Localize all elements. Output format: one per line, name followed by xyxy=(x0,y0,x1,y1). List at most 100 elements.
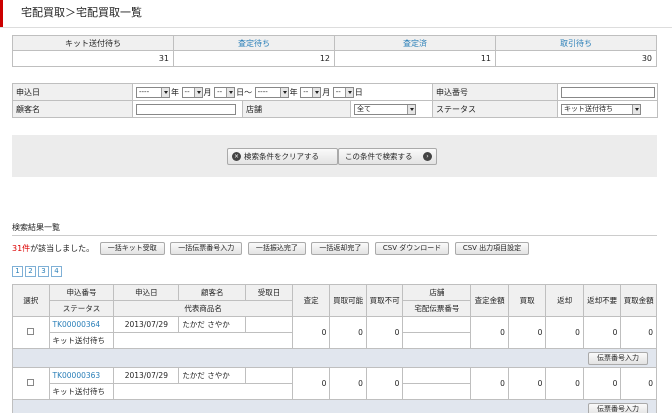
apply-no-label: 申込番号 xyxy=(432,83,559,101)
main-product-cell xyxy=(113,332,293,349)
search-button-area: × 検索条件をクリアする この条件で検索する › xyxy=(12,135,657,177)
header-buyable: 買取可能 xyxy=(329,284,367,317)
apply-date-cell: 2013/07/29 xyxy=(113,316,180,333)
buyable-cell: 0 xyxy=(329,367,367,400)
header-appraisal: 査定 xyxy=(291,284,331,317)
buyable-cell: 0 xyxy=(329,316,367,349)
chevron-down-icon xyxy=(312,87,321,97)
table-row: TK00000363 2013/07/29 たかだ さやか 0 0 0 0 0 … xyxy=(12,367,657,400)
purchase-amount-cell: 0 xyxy=(620,367,657,400)
purchase-cell: 0 xyxy=(507,316,547,349)
header-main-product: 代表商品名 xyxy=(113,300,293,317)
header-apply-date: 申込日 xyxy=(113,284,180,301)
pagination: 1234 xyxy=(12,266,64,277)
header-received-date: 受取日 xyxy=(245,284,293,301)
chevron-down-icon xyxy=(632,104,641,114)
page-link-3[interactable]: 3 xyxy=(38,266,49,277)
return-unneeded-cell: 0 xyxy=(582,367,622,400)
summary-count-appraisal-waiting: 12 xyxy=(173,50,335,67)
header-apply-no: 申込番号 xyxy=(48,284,115,301)
date-to-year-select[interactable]: ---- xyxy=(254,86,289,98)
status-summary-table: キット送付待ち 査定待ち 査定済 取引待ち 31 12 11 30 xyxy=(12,35,657,67)
slip-input-button[interactable]: 伝票番号入力 xyxy=(588,351,648,365)
return-unneeded-cell: 0 xyxy=(582,316,622,349)
return-cell: 0 xyxy=(545,316,584,349)
not-buyable-cell: 0 xyxy=(365,367,404,400)
close-icon: × xyxy=(232,152,241,161)
bulk-return-complete-button[interactable]: 一括返却完了 xyxy=(311,242,370,255)
store-select[interactable]: 全て xyxy=(354,103,416,115)
page-link-4[interactable]: 4 xyxy=(51,266,62,277)
date-from-day-select[interactable]: -- xyxy=(214,86,236,98)
header-return: 返却 xyxy=(545,284,584,317)
slip-input-button[interactable]: 伝票番号入力 xyxy=(588,402,648,413)
arrow-right-icon: › xyxy=(423,152,432,161)
status-select[interactable]: キット送付待ち xyxy=(561,103,642,115)
summary-link-deal-waiting[interactable]: 取引待ち xyxy=(495,35,657,51)
header-store: 店舗 xyxy=(402,284,472,301)
store-cell xyxy=(402,367,472,384)
customer-cell: たかだ さやか xyxy=(178,316,247,333)
bulk-transfer-complete-button[interactable]: 一括振込完了 xyxy=(247,242,306,255)
bulk-slip-input-button[interactable]: 一括伝票番号入力 xyxy=(170,242,243,255)
not-buyable-cell: 0 xyxy=(365,316,404,349)
slip-no-cell xyxy=(402,332,472,349)
date-to-month-select[interactable]: -- xyxy=(300,86,322,98)
results-table: 選択 申込番号 申込日 顧客名 受取日 査定 買取可能 買取不可 店舗 査定金額… xyxy=(12,284,657,413)
appraisal-amount-cell: 0 xyxy=(470,367,509,400)
slip-no-cell xyxy=(402,383,472,400)
page-header: 宅配買取＞宅配買取一覧 xyxy=(0,0,672,28)
results-section-title: 検索結果一覧 xyxy=(12,221,657,236)
appraisal-cell: 0 xyxy=(291,367,331,400)
apply-date-cell: 2013/07/29 xyxy=(113,367,180,384)
header-not-buyable: 買取不可 xyxy=(365,284,404,317)
status-cell: キット送付待ち xyxy=(48,383,115,400)
apply-no-link[interactable]: TK00000364 xyxy=(48,316,115,333)
bulk-kit-receive-button[interactable]: 一括キット受取 xyxy=(99,242,165,255)
row-select-checkbox[interactable] xyxy=(27,379,35,386)
chevron-down-icon xyxy=(344,87,353,97)
apply-no-link[interactable]: TK00000363 xyxy=(48,367,115,384)
csv-settings-button[interactable]: CSV 出力項目設定 xyxy=(454,242,530,255)
received-date-cell xyxy=(245,316,293,333)
search-button[interactable]: この条件で検索する › xyxy=(338,148,437,165)
header-return-unneeded: 返却不要 xyxy=(582,284,622,317)
received-date-cell xyxy=(245,367,293,384)
header-customer: 顧客名 xyxy=(178,284,247,301)
header-appraisal-amount: 査定金額 xyxy=(470,284,509,317)
summary-header-kit-waiting: キット送付待ち xyxy=(12,35,174,51)
appraisal-cell: 0 xyxy=(291,316,331,349)
result-count-suffix: が該当しました。 xyxy=(30,244,95,253)
store-label: 店舗 xyxy=(242,100,351,118)
chevron-down-icon xyxy=(279,87,288,97)
chevron-down-icon xyxy=(193,87,202,97)
clear-search-button[interactable]: × 検索条件をクリアする xyxy=(227,148,338,165)
customer-name-input[interactable] xyxy=(136,103,236,115)
main-product-cell xyxy=(113,383,293,400)
header-divider xyxy=(0,27,672,28)
apply-no-input[interactable] xyxy=(561,86,656,98)
chevron-down-icon xyxy=(161,87,169,97)
page-link-2[interactable]: 2 xyxy=(25,266,36,277)
store-cell xyxy=(402,316,472,333)
date-to-day-select[interactable]: -- xyxy=(332,86,354,98)
summary-count-appraised: 11 xyxy=(334,50,496,67)
date-from-month-select[interactable]: -- xyxy=(181,86,203,98)
chevron-down-icon xyxy=(407,104,415,114)
page-link-1[interactable]: 1 xyxy=(12,266,23,277)
summary-link-appraisal-waiting[interactable]: 査定待ち xyxy=(173,35,335,51)
table-row: TK00000364 2013/07/29 たかだ さやか 0 0 0 0 0 … xyxy=(12,316,657,349)
row-select-checkbox[interactable] xyxy=(27,328,35,335)
date-from-year-select[interactable]: ---- xyxy=(136,86,170,98)
chevron-down-icon xyxy=(226,87,235,97)
header-slip-no: 宅配伝票番号 xyxy=(402,300,472,317)
customer-cell: たかだ さやか xyxy=(178,367,247,384)
header-purchase: 買取 xyxy=(507,284,547,317)
header-status: ステータス xyxy=(48,300,115,317)
summary-count-kit-waiting: 31 xyxy=(12,50,174,67)
summary-link-appraised[interactable]: 査定済 xyxy=(334,35,496,51)
csv-download-button[interactable]: CSV ダウンロード xyxy=(374,242,450,255)
apply-date-label: 申込日 xyxy=(12,83,133,101)
customer-name-label: 顧客名 xyxy=(12,100,133,118)
return-cell: 0 xyxy=(545,367,584,400)
